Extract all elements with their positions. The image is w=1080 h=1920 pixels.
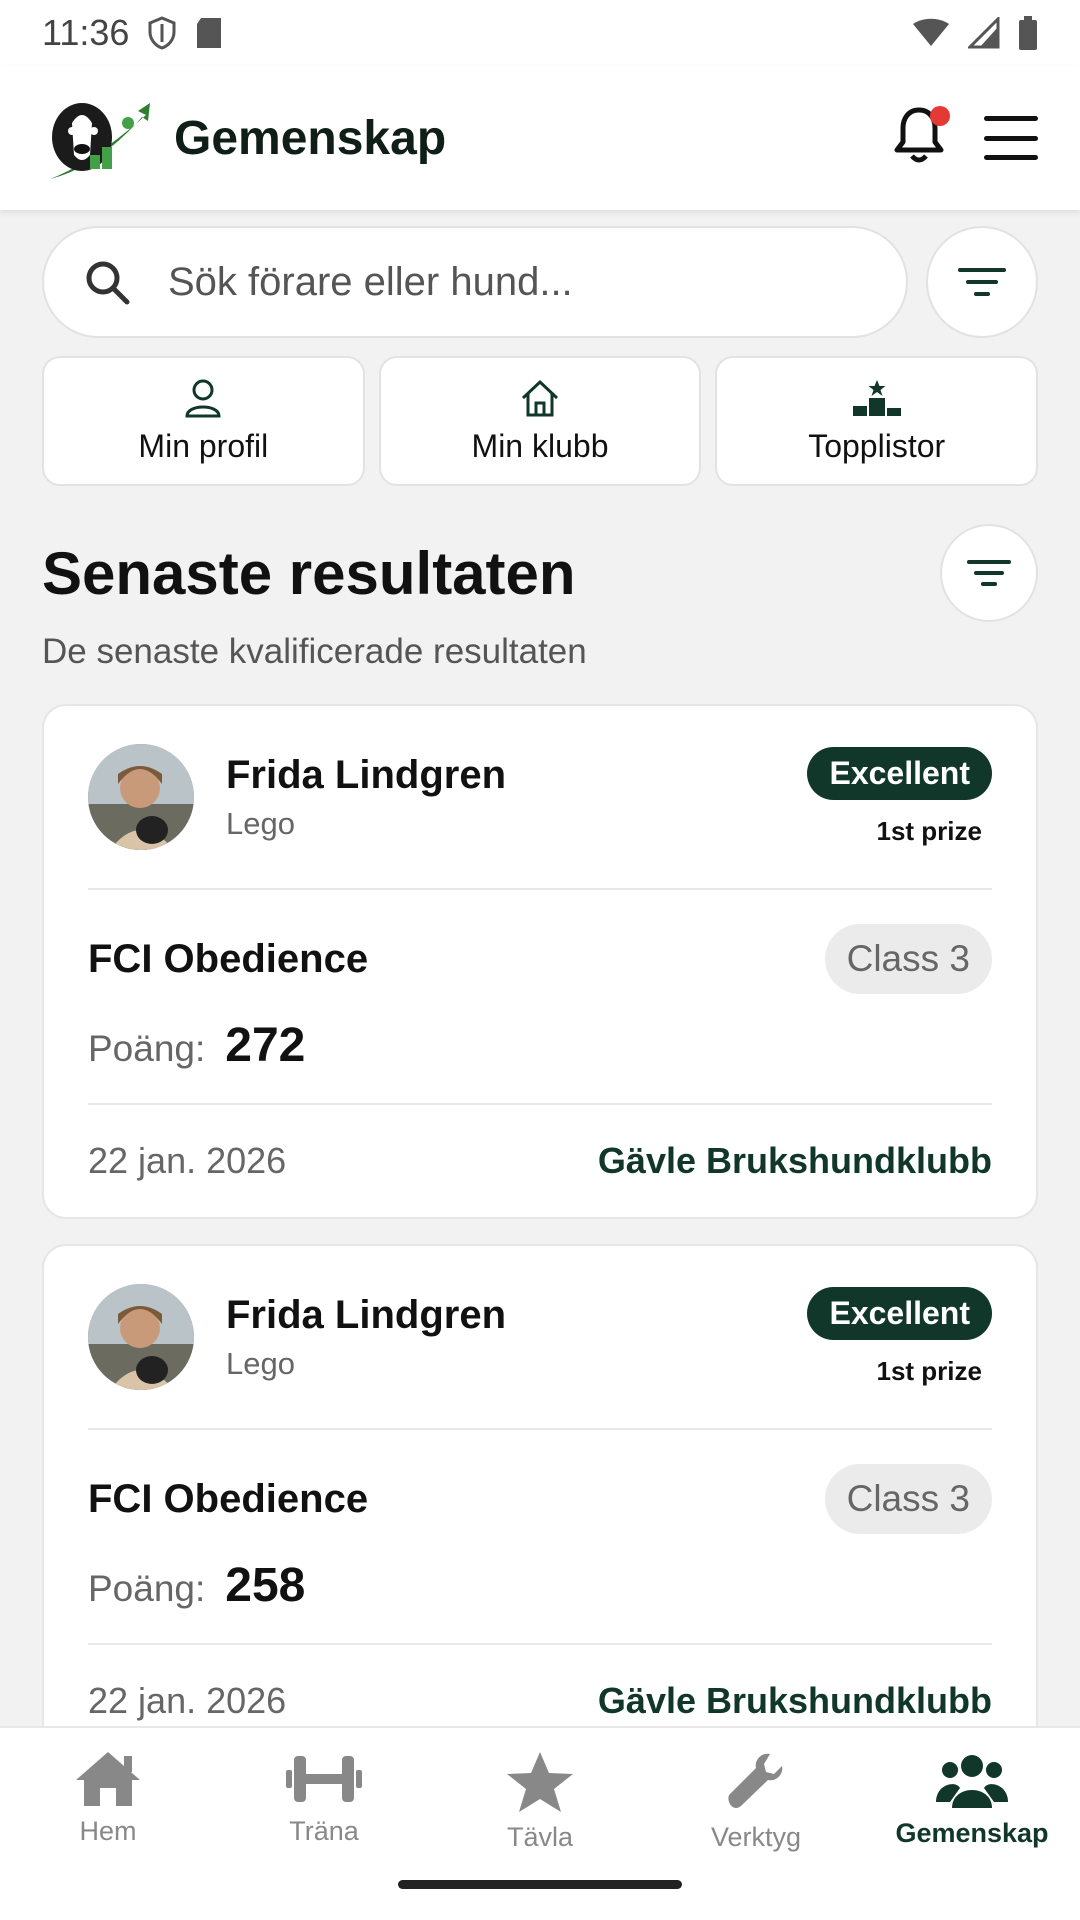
nav-item-compete[interactable]: Tävla: [432, 1728, 648, 1920]
avatar: [88, 744, 194, 850]
score-label: Poäng:: [88, 1568, 206, 1609]
result-date: 22 jan. 2026: [88, 1680, 287, 1721]
section-title: Senaste resultaten: [42, 539, 576, 607]
score-value: 258: [225, 1559, 306, 1612]
result-card-body: FCI Obedience Class 3 Poäng: 258: [88, 1430, 992, 1645]
nav-item-train[interactable]: Träna: [216, 1728, 432, 1920]
quick-link-label: Min klubb: [471, 427, 609, 464]
search-bar[interactable]: [42, 226, 908, 338]
dog-name: Lego: [226, 1345, 295, 1381]
search-input[interactable]: [168, 259, 866, 305]
section-subtitle: De senaste kvalificerade resultaten: [42, 632, 587, 671]
podium-icon: [852, 379, 901, 416]
handler-name: Frida Lindgren: [226, 1292, 506, 1337]
bottom-navigation: Hem Träna Tävla Verktyg Gemenskap: [0, 1726, 1080, 1920]
sd-card-icon: [197, 18, 222, 48]
score-value: 272: [225, 1019, 306, 1072]
nav-label: Verktyg: [710, 1822, 802, 1852]
home-icon: [76, 1752, 140, 1806]
dumbbell-icon: [286, 1756, 362, 1802]
filter-icon: [958, 268, 1006, 296]
class-pill: Class 3: [824, 1464, 992, 1534]
signal-icon: [968, 17, 1000, 49]
prize-label: 1st prize: [876, 816, 983, 846]
nav-item-home[interactable]: Hem: [0, 1728, 216, 1920]
home-outline-icon: [521, 379, 559, 416]
app-title: Gemenskap: [174, 111, 447, 165]
menu-button[interactable]: [984, 116, 1038, 160]
nav-label: Hem: [79, 1816, 137, 1846]
app-bar: Gemenskap: [0, 66, 1080, 210]
class-pill: Class 3: [824, 924, 992, 994]
nav-item-community[interactable]: Gemenskap: [864, 1728, 1080, 1920]
quick-link-label: Topplistor: [808, 427, 946, 464]
event-name: FCI Obedience: [88, 936, 369, 981]
dog-name: Lego: [226, 805, 295, 841]
notifications-button[interactable]: [894, 106, 950, 170]
wrench-icon: [728, 1753, 783, 1808]
status-time: 11:36: [42, 12, 130, 53]
search-filter-button[interactable]: [926, 226, 1038, 338]
result-card-body: FCI Obedience Class 3 Poäng: 272: [88, 890, 992, 1105]
nav-label: Träna: [289, 1816, 359, 1846]
quick-link-label: Min profil: [138, 427, 269, 464]
result-card-header: Frida Lindgren Lego Excellent 1st prize: [88, 1246, 992, 1430]
filter-icon: [967, 560, 1011, 586]
quick-link-club[interactable]: Min klubb: [378, 356, 702, 486]
person-icon: [185, 379, 221, 417]
quick-link-profile[interactable]: Min profil: [42, 356, 365, 486]
level-badge: Excellent: [807, 1287, 992, 1340]
club-link[interactable]: Gävle Brukshundklubb: [598, 1140, 992, 1182]
app-logo: [50, 103, 150, 179]
result-card[interactable]: Frida Lindgren Lego Excellent 1st prize …: [42, 704, 1038, 1219]
section-header: Senaste resultaten: [42, 524, 1038, 622]
prize-label: 1st prize: [876, 1356, 983, 1386]
battery-icon: [1019, 16, 1037, 50]
results-filter-button[interactable]: [940, 524, 1038, 622]
level-badge: Excellent: [807, 747, 992, 800]
shield-icon: [148, 16, 176, 50]
nav-item-tools[interactable]: Verktyg: [648, 1728, 864, 1920]
people-icon: [936, 1755, 1008, 1808]
result-date: 22 jan. 2026: [88, 1140, 287, 1181]
club-link[interactable]: Gävle Brukshundklubb: [598, 1680, 992, 1722]
search-row: [42, 226, 1038, 338]
avatar: [88, 1284, 194, 1390]
result-card[interactable]: Frida Lindgren Lego Excellent 1st prize …: [42, 1244, 1038, 1759]
search-icon: [86, 261, 130, 305]
handler-name: Frida Lindgren: [226, 752, 506, 797]
quick-links: Min profil Min klubb Topplistor: [42, 356, 1039, 486]
status-bar: 11:36: [0, 0, 1080, 66]
wifi-icon: [913, 18, 949, 46]
notification-dot: [930, 106, 950, 126]
hamburger-icon: [984, 116, 1038, 121]
event-name: FCI Obedience: [88, 1476, 369, 1521]
star-icon: [507, 1752, 573, 1812]
quick-link-toplists[interactable]: Topplistor: [715, 356, 1039, 486]
result-card-footer: 22 jan. 2026 Gävle Brukshundklubb: [88, 1105, 992, 1217]
home-indicator[interactable]: [398, 1880, 682, 1889]
score-label: Poäng:: [88, 1028, 206, 1069]
nav-label: Gemenskap: [895, 1818, 1049, 1848]
nav-label: Tävla: [506, 1822, 574, 1852]
result-card-header: Frida Lindgren Lego Excellent 1st prize: [88, 706, 992, 890]
